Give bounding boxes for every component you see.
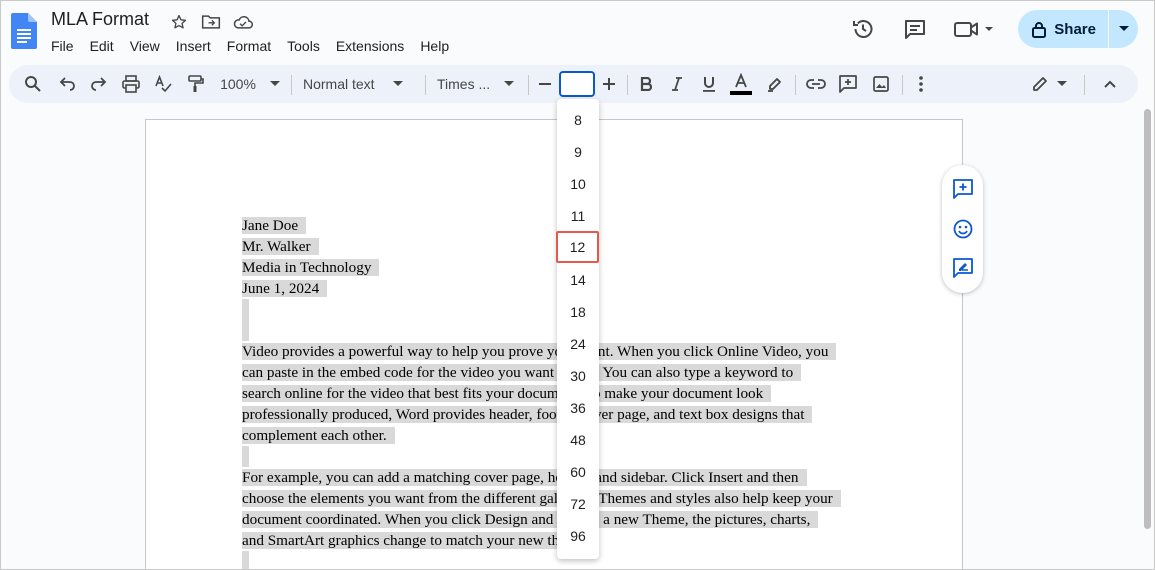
- font-size-option[interactable]: 96: [557, 520, 599, 552]
- font-size-option-selected[interactable]: 12: [556, 231, 599, 263]
- editing-mode-icon[interactable]: [1027, 65, 1071, 103]
- move-folder-icon[interactable]: [199, 11, 223, 33]
- menu-bar: File Edit View Insert Format Tools Exten…: [43, 36, 457, 56]
- comments-icon[interactable]: [898, 12, 932, 46]
- meet-icon[interactable]: [950, 12, 1000, 46]
- add-comment-icon[interactable]: [836, 65, 860, 103]
- highlight-icon[interactable]: [764, 65, 786, 103]
- link-icon[interactable]: [804, 65, 828, 103]
- version-history-icon[interactable]: [846, 12, 880, 46]
- menu-file[interactable]: File: [43, 36, 82, 56]
- menu-format[interactable]: Format: [219, 36, 279, 56]
- share-label: Share: [1054, 20, 1096, 38]
- font-size-option[interactable]: 11: [557, 200, 599, 232]
- menu-help[interactable]: Help: [412, 36, 457, 56]
- font-size-option[interactable]: 72: [557, 488, 599, 520]
- menu-tools[interactable]: Tools: [279, 36, 328, 56]
- menu-insert[interactable]: Insert: [168, 36, 219, 56]
- font-size-dropdown: 8 9 10 11 12 14 18 24 30 36 48 60 72 96: [556, 99, 599, 559]
- font-size-option[interactable]: 10: [557, 168, 599, 200]
- font-size-option[interactable]: 60: [557, 456, 599, 488]
- search-icon[interactable]: [21, 65, 45, 103]
- font-size-option[interactable]: 30: [557, 360, 599, 392]
- cloud-saved-icon[interactable]: [231, 11, 255, 33]
- docs-logo-icon[interactable]: [11, 13, 37, 49]
- paragraph-style-select[interactable]: Normal text: [303, 65, 413, 103]
- font-size-option[interactable]: 24: [557, 328, 599, 360]
- lock-icon: [1032, 21, 1047, 38]
- bold-icon[interactable]: [635, 65, 657, 103]
- menu-extensions[interactable]: Extensions: [328, 36, 412, 56]
- style-value: Normal text: [303, 76, 375, 92]
- share-dropdown-icon[interactable]: [1108, 10, 1138, 48]
- text-color-icon[interactable]: [729, 65, 753, 103]
- paint-format-icon[interactable]: [183, 65, 207, 103]
- font-size-option[interactable]: 36: [557, 392, 599, 424]
- font-size-option[interactable]: 14: [557, 264, 599, 296]
- emoji-reaction-icon[interactable]: [951, 217, 975, 241]
- decrease-size-icon[interactable]: [535, 65, 555, 103]
- chevron-down-icon: [269, 81, 280, 86]
- font-size-input[interactable]: [559, 71, 595, 97]
- collapse-icon[interactable]: [1099, 65, 1121, 103]
- font-value: Times ...: [437, 76, 491, 92]
- chevron-down-icon: [504, 81, 515, 86]
- star-icon[interactable]: [167, 11, 191, 33]
- spellcheck-icon[interactable]: [151, 65, 175, 103]
- google-docs-window: MLA Format File Edit View Insert Format …: [0, 0, 1155, 570]
- insert-image-icon[interactable]: [869, 65, 893, 103]
- more-icon[interactable]: [911, 65, 931, 103]
- menu-view[interactable]: View: [122, 36, 168, 56]
- add-comment-icon[interactable]: [951, 177, 975, 201]
- formatting-toolbar: 100% Normal text Times ...: [9, 65, 1138, 103]
- font-size-option[interactable]: 48: [557, 424, 599, 456]
- print-icon[interactable]: [119, 65, 143, 103]
- font-size-option[interactable]: 9: [557, 136, 599, 168]
- share-button[interactable]: Share: [1018, 10, 1138, 48]
- font-size-option[interactable]: 18: [557, 296, 599, 328]
- undo-icon[interactable]: [55, 65, 79, 103]
- suggest-edits-icon[interactable]: [951, 256, 975, 280]
- menu-edit[interactable]: Edit: [82, 36, 122, 56]
- underline-icon[interactable]: [698, 65, 720, 103]
- increase-size-icon[interactable]: [599, 65, 619, 103]
- floating-actions-panel: [942, 165, 983, 293]
- zoom-select[interactable]: 100%: [215, 65, 285, 103]
- font-size-option[interactable]: 8: [557, 104, 599, 136]
- zoom-value: 100%: [220, 76, 256, 92]
- font-family-select[interactable]: Times ...: [437, 65, 517, 103]
- document-page[interactable]: Jane Doe Mr. Walker Media in Technology …: [145, 119, 963, 569]
- vertical-scrollbar[interactable]: [1142, 105, 1152, 530]
- document-title[interactable]: MLA Format: [51, 9, 149, 30]
- scroll-thumb[interactable]: [1144, 109, 1151, 529]
- redo-icon[interactable]: [87, 65, 111, 103]
- italic-icon[interactable]: [666, 65, 688, 103]
- chevron-down-icon: [392, 81, 403, 86]
